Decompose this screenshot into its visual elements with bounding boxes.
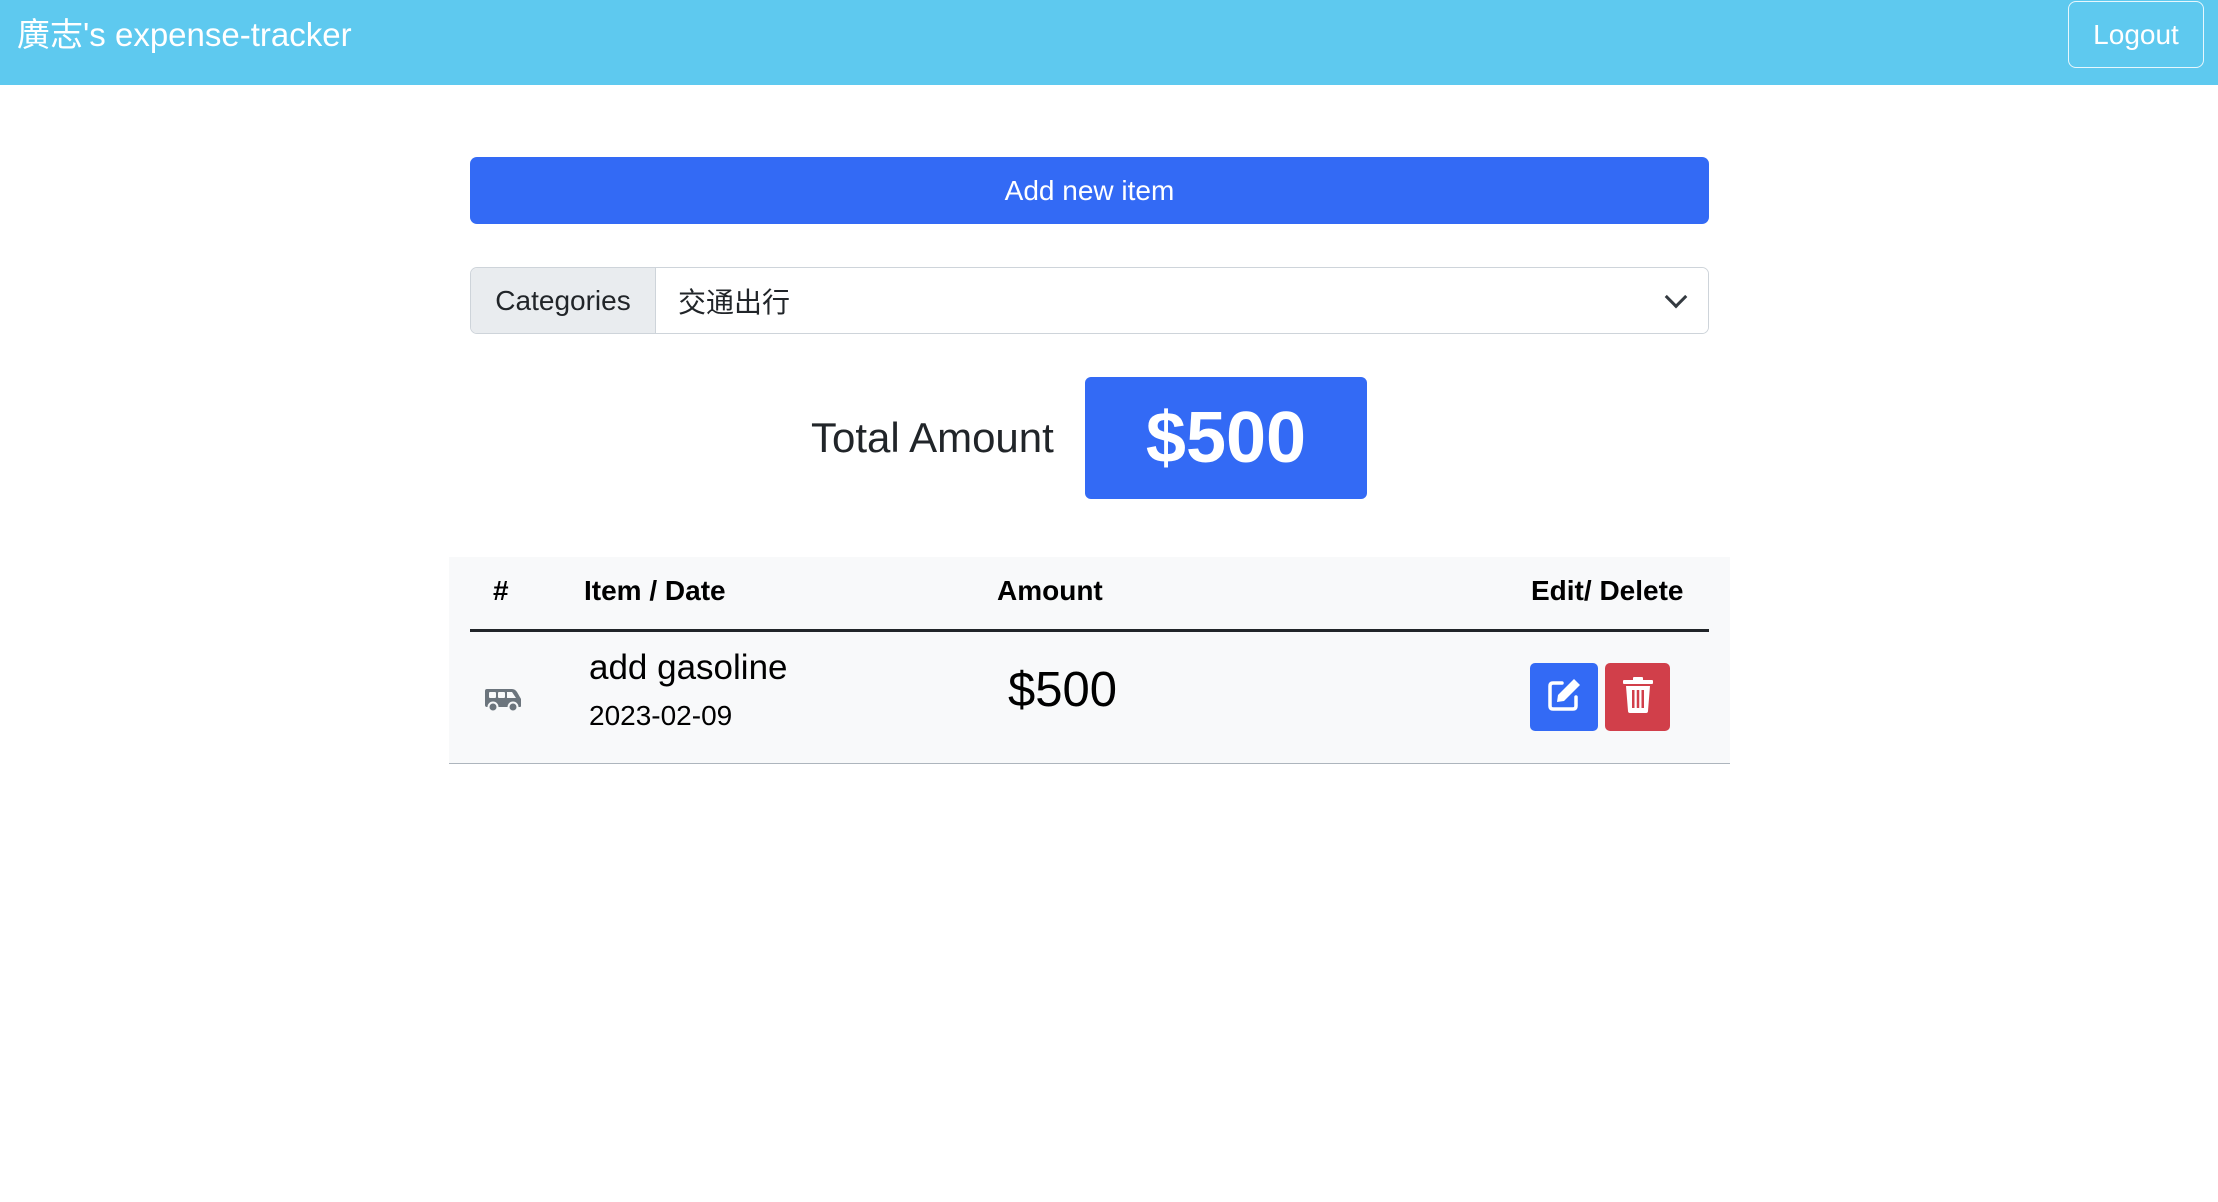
records-table: # Item / Date Amount Edit/ Delete add ga…	[449, 557, 1730, 764]
total-amount-label: Total Amount	[811, 414, 1054, 461]
column-header-edit-delete: Edit/ Delete	[1531, 575, 1684, 606]
category-select[interactable]: 交通出行	[656, 268, 1708, 333]
category-filter: Categories 交通出行	[470, 267, 1709, 334]
category-select-value: 交通出行	[678, 286, 791, 318]
delete-button[interactable]	[1605, 663, 1670, 731]
trash-icon	[1622, 676, 1654, 719]
item-date: 2023-02-09	[589, 700, 733, 731]
navbar: 廣志's expense-tracker Logout	[0, 0, 2218, 85]
column-header-index: #	[493, 575, 509, 606]
column-header-amount: Amount	[997, 575, 1103, 606]
edit-button[interactable]	[1530, 663, 1598, 731]
item-name: add gasoline	[589, 648, 788, 687]
edit-icon	[1545, 676, 1583, 719]
column-header-item-date: Item / Date	[584, 575, 726, 606]
logout-button[interactable]: Logout	[2068, 1, 2204, 68]
brand-title[interactable]: 廣志's expense-tracker	[17, 14, 352, 56]
item-amount: $500	[1008, 663, 1118, 717]
van-icon	[484, 687, 522, 718]
category-filter-label: Categories	[471, 268, 656, 333]
chevron-down-icon	[1664, 285, 1688, 308]
table-row: add gasoline 2023-02-09 $500	[470, 632, 1709, 764]
table-header: # Item / Date Amount Edit/ Delete	[470, 557, 1709, 632]
add-new-item-button[interactable]: Add new item	[470, 157, 1709, 224]
total-amount-value: $500	[1085, 377, 1367, 499]
